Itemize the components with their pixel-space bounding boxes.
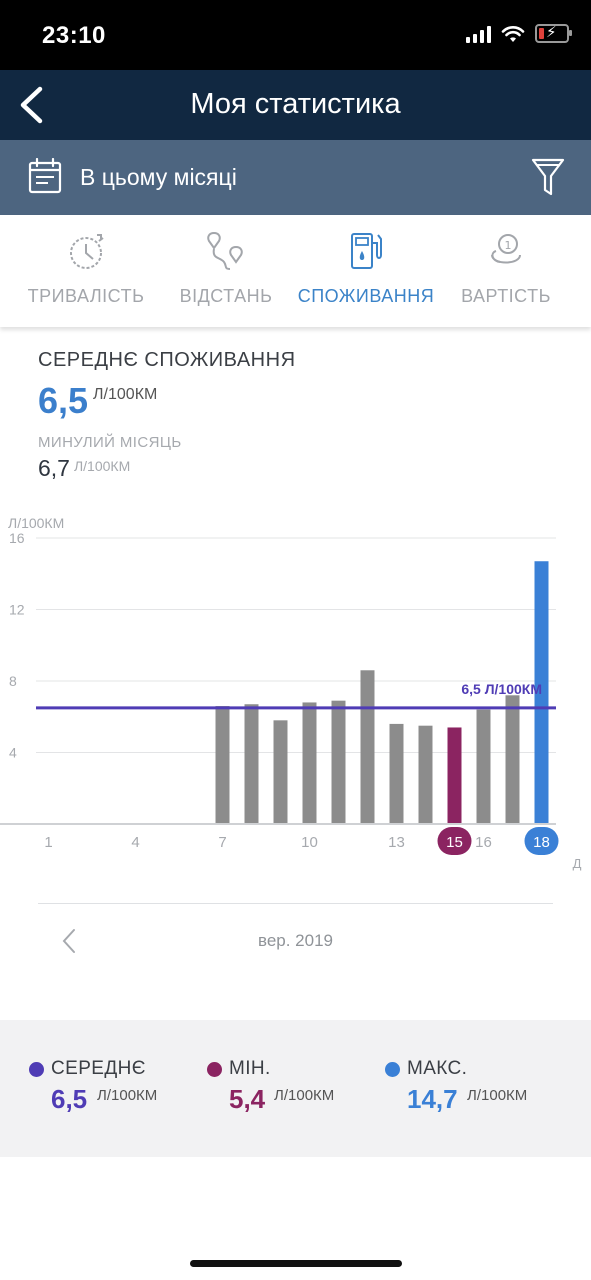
legend-average-dot <box>29 1062 44 1077</box>
svg-text:1: 1 <box>505 239 512 252</box>
tab-label: ТРИВАЛІСТЬ <box>27 286 145 306</box>
fuel-pump-icon <box>351 233 382 269</box>
coins-icon: 1 <box>491 234 521 264</box>
tab-label: ВІДСТАНЬ <box>179 286 273 306</box>
x-tick-label: 16 <box>475 834 492 851</box>
y-tick-label: 8 <box>9 673 17 689</box>
x-tick-label: 4 <box>131 834 139 851</box>
cellular-signal-icon <box>466 25 491 43</box>
previous-month-value: 6,7 <box>38 455 70 481</box>
x-tick-label: 10 <box>301 834 318 851</box>
legend-max-label: МАКС. <box>407 1058 468 1079</box>
month-label: вер. 2019 <box>257 931 333 950</box>
legend-max-dot <box>385 1062 400 1077</box>
calendar-icon <box>28 158 62 194</box>
divider <box>38 903 553 904</box>
x-tick-label: 13 <box>388 834 405 851</box>
bar-day-7 <box>215 706 230 824</box>
bar-day-14 <box>418 725 433 824</box>
legend-min-dot <box>207 1062 222 1077</box>
bar-day-12 <box>360 670 375 824</box>
legend-average-value: 6,5 <box>51 1084 88 1114</box>
bar-day-13 <box>389 723 404 824</box>
bar-day-16 <box>476 709 491 824</box>
previous-month-title: МИНУЛИЙ МІСЯЦЬ <box>38 434 182 451</box>
legend-min-unit: Л/100КМ <box>274 1087 335 1104</box>
x-tick-label: 18 <box>533 834 550 851</box>
legend-max-unit: Л/100КМ <box>467 1087 528 1104</box>
bar-day-8 <box>244 704 259 824</box>
y-tick-label: 16 <box>9 530 25 546</box>
stats-legend: СЕРЕДНЄ 6,5 Л/100КМ МІН. 5,4 Л/100КМ МАК… <box>0 1020 591 1157</box>
consumption-summary: СЕРЕДНЄ СПОЖИВАННЯ 6,5 Л/100КМ МИНУЛИЙ М… <box>38 349 296 481</box>
legend-max-value: 14,7 <box>407 1084 458 1114</box>
status-icons: ⚡ <box>466 24 572 43</box>
bar-day-10 <box>302 702 317 824</box>
tab-label: СПОЖИВАННЯ <box>297 286 435 306</box>
x-tick-label: 7 <box>218 834 226 851</box>
tab-label: ВАРТІСТЬ <box>461 286 551 306</box>
wifi-icon <box>501 25 525 42</box>
bar-day-17 <box>505 695 520 824</box>
average-consumption-unit: Л/100КМ <box>93 386 158 403</box>
y-tick-label: 4 <box>9 745 17 761</box>
battery-icon: ⚡ <box>535 24 572 43</box>
filter-funnel-icon[interactable] <box>531 157 565 197</box>
legend-min-label: МІН. <box>229 1058 271 1079</box>
route-icon <box>207 231 243 270</box>
average-consumption-value: 6,5 <box>38 380 89 421</box>
status-bar: 23:10 ⚡ <box>0 0 591 70</box>
previous-month-unit: Л/100КМ <box>73 458 131 474</box>
legend-average-unit: Л/100КМ <box>97 1087 158 1104</box>
period-filter-bar[interactable]: В цьому місяці <box>0 140 591 215</box>
x-tick-label: 1 <box>44 834 52 851</box>
page-title: Моя статистика <box>190 88 401 120</box>
bar-day-15 <box>447 727 462 824</box>
y-tick-label: 12 <box>9 602 25 618</box>
consumption-chart: Л/100КМ 16 12 8 4 6,5 Л/100КМ 1 4 7 10 13 15 16 18 Д <box>0 480 591 880</box>
tab-distance[interactable]: ВІДСТАНЬ <box>156 215 296 327</box>
consumption-bar-chart: 16 12 8 4 6,5 Л/100КМ 1 4 7 10 13 15 16 18 Д <box>0 530 582 871</box>
tab-duration[interactable]: ТРИВАЛІСТЬ <box>16 215 156 327</box>
legend-average-label: СЕРЕДНЄ <box>51 1058 146 1079</box>
status-time: 23:10 <box>42 22 106 49</box>
bar-day-9 <box>273 720 288 824</box>
average-line-label: 6,5 Л/100КМ <box>461 681 542 697</box>
legend-min-value: 5,4 <box>229 1084 266 1114</box>
home-indicator[interactable] <box>190 1260 402 1267</box>
navigation-bar: Моя статистика <box>0 70 591 140</box>
x-axis-unit-label: Д <box>573 856 582 871</box>
stat-tabs: ТРИВАЛІСТЬ ВІДСТАНЬ СПОЖИВАННЯ 1 ВАРТІСТ… <box>0 215 591 327</box>
average-consumption-title: СЕРЕДНЄ СПОЖИВАННЯ <box>38 349 296 371</box>
period-label: В цьому місяці <box>80 164 237 190</box>
tab-cost[interactable]: 1 ВАРТІСТЬ <box>436 215 576 327</box>
bar-day-11 <box>331 700 346 824</box>
tab-consumption[interactable]: СПОЖИВАННЯ <box>296 215 436 327</box>
x-tick-label: 15 <box>446 834 463 851</box>
stopwatch-icon <box>70 234 104 269</box>
